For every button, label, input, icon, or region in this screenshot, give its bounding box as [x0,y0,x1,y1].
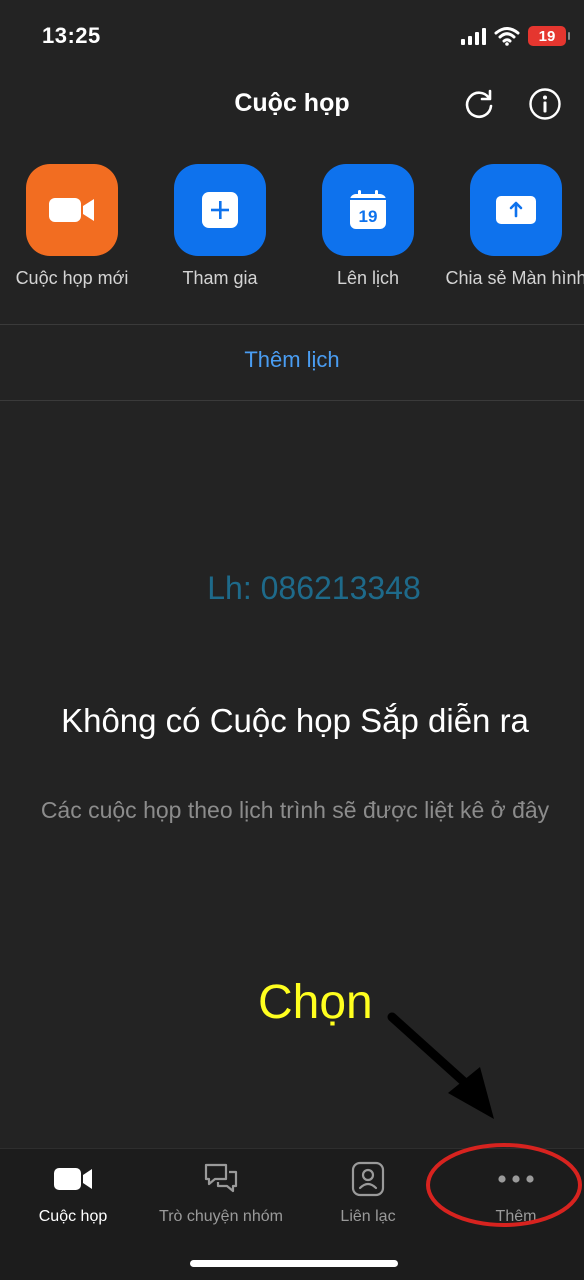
info-button[interactable] [527,86,563,122]
status-icons: 19 [461,26,570,46]
refresh-icon [465,89,493,119]
divider [0,324,584,325]
new-meeting-tile[interactable] [26,164,118,256]
info-icon [529,88,561,120]
contacts-icon [351,1161,385,1197]
annotation-circle [426,1143,582,1227]
calendar-day: 19 [359,207,378,226]
home-indicator[interactable] [190,1260,398,1267]
join-tile[interactable] [174,164,266,256]
share-screen-tile[interactable] [470,164,562,256]
status-time: 13:25 [42,23,101,48]
share-screen-button[interactable]: Chia sẻ Màn hình [442,164,584,289]
chat-icon [204,1163,238,1193]
video-camera-icon [49,198,94,222]
watermark-text: Lh: 086213348 [207,570,421,606]
share-screen-icon [496,196,536,224]
empty-state-title: Không có Cuộc họp Sắp diễn ra [61,702,529,739]
annotation-label: Chọn [258,976,373,1029]
tab-meetings[interactable]: Cuộc họp [0,1161,146,1226]
refresh-button[interactable] [461,86,497,122]
share-screen-label: Chia sẻ Màn hình [445,268,584,288]
join-label: Tham gia [182,268,258,288]
status-bar: 13:25 19 [0,0,584,72]
tab-label: Trò chuyện nhóm [159,1208,283,1225]
video-camera-icon [54,1168,92,1190]
join-button[interactable]: Tham gia [146,164,294,289]
schedule-label: Lên lịch [336,268,400,288]
battery-icon: 19 [528,26,570,46]
plus-icon [202,192,238,228]
annotation-arrow-icon [387,1012,494,1119]
divider [0,400,584,401]
header: Cuộc họp [0,72,584,136]
tab-team-chat[interactable]: Trò chuyện nhóm [148,1161,294,1226]
calendar-icon: 19 [350,190,386,229]
schedule-button[interactable]: 19 Lên lịch [294,164,442,289]
empty-state-subtitle: Các cuộc họp theo lịch trình sẽ được liệ… [40,797,550,823]
tab-label: Liên lạc [340,1208,396,1225]
new-meeting-label: Cuộc họp mới [15,268,129,288]
add-calendar-link[interactable]: Thêm lịch [0,347,584,373]
tab-label: Cuộc họp [38,1208,108,1225]
signal-icon [461,27,486,45]
tab-contacts[interactable]: Liên lạc [295,1161,441,1226]
battery-level: 19 [538,27,556,45]
wifi-icon [494,27,520,46]
schedule-tile[interactable]: 19 [322,164,414,256]
quick-actions: Cuộc họp mới Tham gia 19 Lên lịch Chia s… [0,164,584,294]
new-meeting-button[interactable]: Cuộc họp mới [0,164,146,289]
